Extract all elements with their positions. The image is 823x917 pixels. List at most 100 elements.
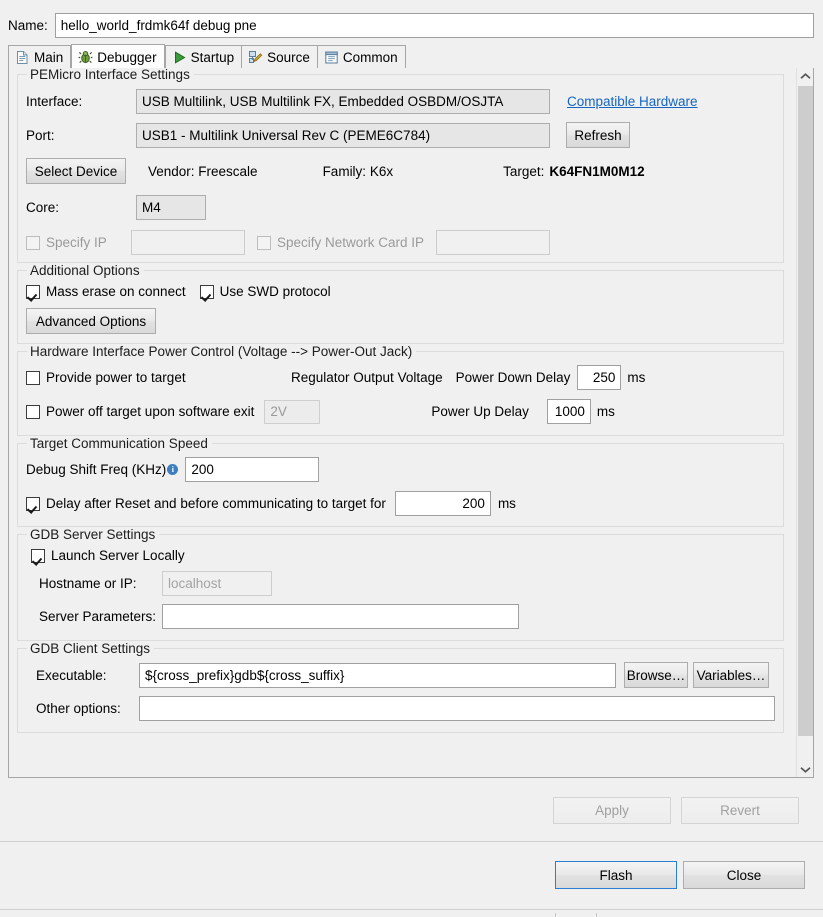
checkbox-box [26,236,40,250]
core-select[interactable]: M4 [136,195,206,220]
delay-after-reset-label: Delay after Reset and before communicati… [46,496,386,511]
scrollbar-thumb[interactable] [798,86,813,736]
mass-erase-on-connect-checkbox[interactable]: Mass erase on connect [26,284,186,299]
target-communication-speed-group: Target Communication Speed Debug Shift F… [17,443,784,527]
hostname-label: Hostname or IP: [39,576,162,591]
pemicro-group-label: PEMicro Interface Settings [27,68,194,82]
interface-select[interactable]: USB Multilink, USB Multilink FX, Embedde… [136,89,550,114]
debug-shift-freq-label: Debug Shift Freq (KHz) [26,462,166,477]
power-off-on-exit-checkbox[interactable]: Power off target upon software exit [26,404,254,419]
specify-network-card-ip-input[interactable] [436,230,550,255]
close-button[interactable]: Close [683,861,805,889]
executable-row: Executable: ${cross_prefix}gdb${cross_su… [26,662,775,688]
provide-power-row: Provide power to target Regulator Output… [26,365,775,390]
compatible-hardware-link[interactable]: Compatible Hardware [567,94,698,109]
specify-network-card-ip-checkbox[interactable]: Specify Network Card IP [257,235,424,250]
interface-label: Interface: [26,94,136,109]
tab-main[interactable]: Main [8,45,71,69]
debug-shift-freq-row: Debug Shift Freq (KHz) i 200 [26,457,775,482]
checkbox-box [26,405,40,419]
port-row: Port: USB1 - Multilink Universal Rev C (… [26,122,775,148]
port-select[interactable]: USB1 - Multilink Universal Rev C (PEME6C… [136,123,550,148]
server-parameters-row: Server Parameters: [26,604,775,629]
info-icon[interactable]: i [167,464,178,475]
advanced-options-row: Advanced Options [26,308,775,334]
tab-source[interactable]: Source [242,45,318,69]
checkbox-box [200,285,214,299]
debugger-settings-panel: PEMicro Interface Settings Interface: US… [8,68,814,778]
apply-button[interactable]: Apply [553,797,671,824]
name-row: Name: hello_world_frdmk64f debug pne [8,12,814,38]
server-parameters-label: Server Parameters: [39,609,162,624]
gdb-server-group-label: GDB Server Settings [27,527,159,542]
debug-shift-freq-input[interactable]: 200 [185,457,319,482]
launch-server-locally-checkbox[interactable]: Launch Server Locally [31,548,185,563]
tab-debugger[interactable]: Debugger [71,44,164,69]
target-label: Target: [503,164,544,179]
delay-after-reset-row: Delay after Reset and before communicati… [26,491,775,516]
revert-button[interactable]: Revert [681,797,799,824]
scroll-down-button[interactable] [797,761,814,778]
server-parameters-input[interactable] [162,604,519,629]
power-control-group: Hardware Interface Power Control (Voltag… [17,351,784,436]
tab-source-label: Source [267,50,310,65]
tab-common[interactable]: Common [318,45,406,69]
speed-group-label: Target Communication Speed [27,436,212,451]
refresh-button[interactable]: Refresh [566,122,630,148]
specify-ip-checkbox[interactable]: Specify IP [26,235,131,250]
checkbox-box [26,285,40,299]
bug-icon [78,50,93,65]
family-label: Family: K6x [323,164,394,179]
launch-configuration-dialog: Name: hello_world_frdmk64f debug pne Mai… [0,0,823,917]
other-options-input[interactable] [139,696,775,721]
power-down-delay-label: Power Down Delay [456,370,571,385]
window-icon [324,50,339,65]
scroll-up-button[interactable] [797,68,814,85]
regulator-output-voltage-label: Regulator Output Voltage [291,370,443,385]
run-arrow-icon [172,50,187,65]
hostname-row: Hostname or IP: localhost [26,571,775,596]
use-swd-label: Use SWD protocol [220,284,331,299]
tab-startup[interactable]: Startup [165,45,243,69]
vendor-label: Vendor: Freescale [148,164,258,179]
specify-ip-input[interactable] [131,230,245,255]
power-down-delay-input[interactable]: 250 [577,365,621,390]
delay-after-reset-checkbox[interactable]: Delay after Reset and before communicati… [26,496,386,511]
gdb-client-group-label: GDB Client Settings [27,641,154,656]
specify-ip-label: Specify IP [46,235,107,250]
power-up-delay-input[interactable]: 1000 [547,399,591,424]
dialog-bottom-edge [0,910,823,917]
vertical-scrollbar[interactable] [796,68,813,778]
additional-options-checkbox-row: Mass erase on connect Use SWD protocol [26,284,775,299]
dialog-button-bar: Flash Close [0,843,823,909]
source-folder-icon [248,50,263,65]
variables-button[interactable]: Variables… [693,662,769,688]
power-off-exit-row: Power off target upon software exit 2V P… [26,399,775,424]
pemicro-interface-settings-group: PEMicro Interface Settings Interface: US… [17,74,784,263]
tab-debugger-label: Debugger [97,50,156,65]
interface-row: Interface: USB Multilink, USB Multilink … [26,89,775,114]
use-swd-protocol-checkbox[interactable]: Use SWD protocol [200,284,331,299]
device-info-row: Select Device Vendor: Freescale Family: … [26,158,775,184]
target-value: K64FN1M0M12 [549,164,644,179]
core-label: Core: [26,200,136,215]
executable-label: Executable: [36,668,139,683]
hostname-input[interactable]: localhost [162,571,272,596]
select-device-button[interactable]: Select Device [26,158,126,184]
checkbox-box [26,497,40,511]
chevron-up-icon [800,73,811,80]
gdb-server-settings-group: GDB Server Settings Launch Server Locall… [17,534,784,641]
regulator-voltage-select[interactable]: 2V [264,400,320,424]
delay-after-reset-input[interactable]: 200 [395,491,491,516]
provide-power-to-target-checkbox[interactable]: Provide power to target [26,370,291,385]
browse-button[interactable]: Browse… [624,662,688,688]
configuration-name-input[interactable]: hello_world_frdmk64f debug pne [55,13,814,38]
checkbox-box [31,549,45,563]
executable-input[interactable]: ${cross_prefix}gdb${cross_suffix} [139,663,616,688]
provide-power-label: Provide power to target [46,370,186,385]
launch-server-locally-label: Launch Server Locally [51,548,185,563]
advanced-options-button[interactable]: Advanced Options [26,308,156,334]
core-row: Core: M4 [26,195,775,220]
name-label: Name: [8,18,48,33]
flash-button[interactable]: Flash [555,861,677,889]
